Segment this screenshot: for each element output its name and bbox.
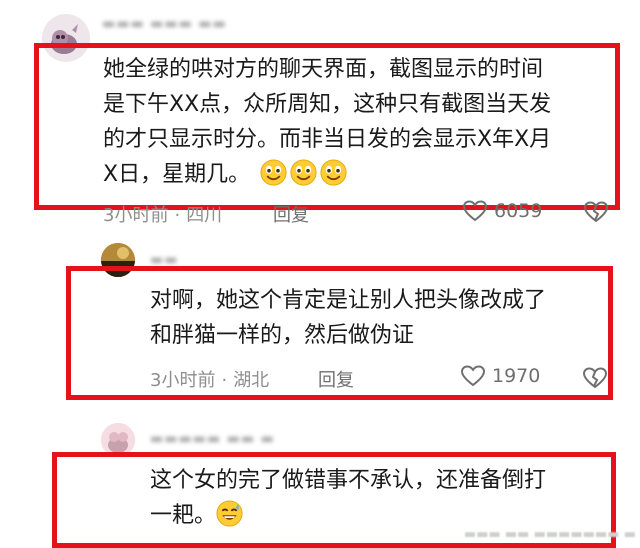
username-blurred[interactable]: ▬▬▬ ▬▬▬ ▬▬ [102,16,227,32]
like-count: 6059 [494,200,543,222]
like-button[interactable]: 6059 [462,199,542,223]
comment-line: 对啊，她这个肯定是让别人把头像改成了 [150,288,547,313]
comment-line: 这个女的完了做错事不承认，还准备倒打 [150,468,547,493]
smile-emoji [290,159,317,186]
comment-meta: 3小时前 · 四川 [103,205,223,226]
heart-icon [462,200,488,222]
broken-heart-icon[interactable] [583,200,609,224]
comment-time: 3小时前 [103,205,169,226]
comment-line: 她全绿的哄对方的聊天界面，截图显示的时间 [103,57,544,82]
comment-text: 这个女的完了做错事不承认，还准备倒打 一耙。 [150,463,546,533]
watermark: ▬▬▬ ▬▬ ▬▬▬▬▬▬▬ ▬ [463,527,636,542]
comment-meta: 3小时前 · 湖北 [150,370,270,391]
smile-emoji [320,159,347,186]
smile-emoji [260,159,287,186]
comment-line: 一耙。 [150,503,217,528]
like-count: 1970 [492,365,541,387]
comment-time: 3小时前 [150,370,216,391]
reply-button[interactable]: 回复 [318,366,354,392]
heart-icon [460,365,486,387]
comment-line: 的才只显示时分。而非当日发的会显示X年X月 [103,127,552,152]
comment-text: 她全绿的哄对方的聊天界面，截图显示的时间 是下午XX点，众所周知，这种只有截图当… [103,52,551,192]
comment-line: 是下午XX点，众所周知，这种只有截图当天发 [103,92,552,117]
reply-button[interactable]: 回复 [273,201,309,227]
comment-text: 对啊，她这个肯定是让别人把头像改成了 和胖猫一样的，然后做伪证 [150,283,546,353]
comment-line: 和胖猫一样的，然后做伪证 [150,323,415,348]
comment-location: 四川 [186,205,223,226]
username-blurred[interactable]: ▬▬▬▬▬ ▬▬ ▬ [150,431,275,447]
like-button[interactable]: 1970 [460,364,540,388]
comment-line: X日，星期几。 [103,162,251,187]
broken-heart-icon[interactable] [582,366,608,390]
comment-location: 湖北 [233,370,270,391]
sweat-smile-emoji [216,500,243,527]
